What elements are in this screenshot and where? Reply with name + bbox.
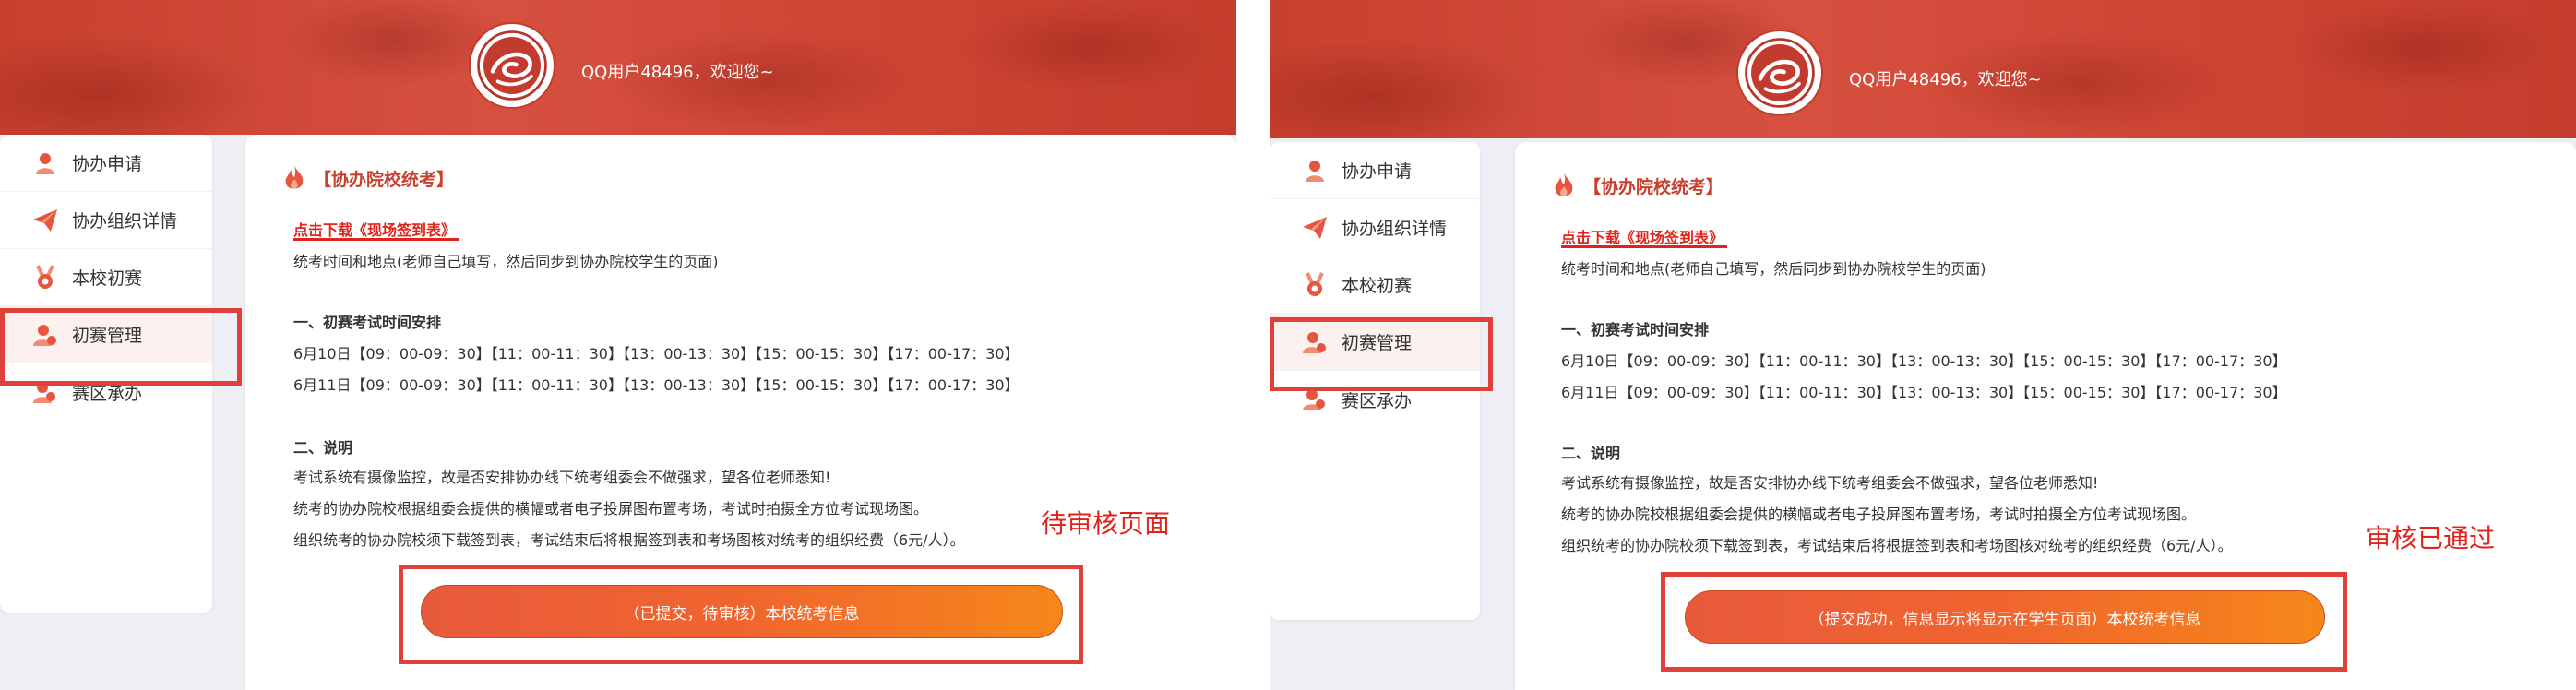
section-title: 【协办院校统考】 xyxy=(1552,172,1723,199)
intro-text: 统考时间和地点(老师自己填写，然后同步到协办院校学生的页面) xyxy=(1561,260,1986,278)
welcome-text: QQ用户48496，欢迎您~ xyxy=(1849,70,2042,89)
sidebar-item-org-details[interactable]: 协办组织详情 xyxy=(1270,199,1480,256)
download-line: 点击下载《现场签到表》 xyxy=(293,221,457,239)
section-title: 【协办院校统考】 xyxy=(282,164,454,192)
medal-icon xyxy=(1301,271,1329,299)
medal-icon xyxy=(31,264,59,291)
annotation-label: 待审核页面 xyxy=(1041,508,1171,539)
user-icon xyxy=(31,149,59,177)
sidebar-item-label: 协办申请 xyxy=(72,154,143,174)
fire-icon xyxy=(1555,172,1573,196)
welcome-text: QQ用户48496，欢迎您~ xyxy=(581,63,774,82)
schedule-line: 6月11日【09：00-09：30】【11：00-11：30】【13：00-13… xyxy=(1561,384,2287,401)
annotation-label: 审核已通过 xyxy=(2366,523,2496,553)
panel-separator xyxy=(1236,0,1270,690)
note-line: 考试系统有摄像监控，故是否安排协办线下统考组委会不做强求，望各位老师悉知! xyxy=(1561,474,2099,492)
download-underline xyxy=(293,238,459,241)
user-avatar[interactable] xyxy=(1738,31,1821,114)
pending-review-screenshot: QQ用户48496，欢迎您~ 协办申请 协办组织详情 本校初赛 初赛管理 赛区承… xyxy=(0,0,1236,690)
user-icon xyxy=(1301,157,1329,184)
note-line: 统考的协办院校根据组委会提供的横幅或者电子投屏图布置考场，考试时拍摄全方位考试现… xyxy=(293,500,929,518)
schedule-heading: 一、初赛考试时间安排 xyxy=(1561,321,1710,339)
approved-screenshot: QQ用户48496，欢迎您~ 协办申请 协办组织详情 本校初赛 初赛管理 赛区承… xyxy=(1270,0,2576,690)
user-avatar[interactable] xyxy=(471,24,554,107)
sidebar-item-apply[interactable]: 协办申请 xyxy=(0,135,212,192)
note-line: 组织统考的协办院校须下载签到表，考试结束后将根据签到表和考场图核对统考的组织经费… xyxy=(293,531,965,549)
highlight-box-nav xyxy=(0,308,242,386)
sidebar-item-apply[interactable]: 协办申请 xyxy=(1270,142,1480,199)
download-signin-sheet-link[interactable]: 《现场签到表》 xyxy=(1620,229,1723,246)
download-signin-sheet-link[interactable]: 《现场签到表》 xyxy=(352,221,456,239)
schedule-heading: 一、初赛考试时间安排 xyxy=(293,314,442,331)
schedule-line: 6月10日【09：00-09：30】【11：00-11：30】【13：00-13… xyxy=(1561,352,2287,370)
notes-heading: 二、说明 xyxy=(1561,445,1621,462)
sidebar-item-label: 本校初赛 xyxy=(1342,276,1413,296)
sidebar-item-label: 协办组织详情 xyxy=(1342,219,1448,239)
intro-text: 统考时间和地点(老师自己填写，然后同步到协办院校学生的页面) xyxy=(293,253,719,270)
sidebar-item-label: 本校初赛 xyxy=(72,268,143,289)
logo-icon xyxy=(477,30,547,101)
schedule-line: 6月10日【09：00-09：30】【11：00-11：30】【13：00-13… xyxy=(293,345,1020,363)
note-line: 组织统考的协办院校须下载签到表，考试结束后将根据签到表和考场图核对统考的组织经费… xyxy=(1561,537,2233,554)
sidebar-item-org-details[interactable]: 协办组织详情 xyxy=(0,192,212,249)
notes-heading: 二、说明 xyxy=(293,439,353,457)
sidebar-item-label: 协办申请 xyxy=(1342,161,1413,182)
sidebar-item-school-prelim[interactable]: 本校初赛 xyxy=(1270,256,1480,314)
logo-icon xyxy=(1745,38,1815,108)
schedule-line: 6月11日【09：00-09：30】【11：00-11：30】【13：00-13… xyxy=(293,376,1020,394)
sidebar-item-school-prelim[interactable]: 本校初赛 xyxy=(0,249,212,306)
paper-plane-icon xyxy=(31,207,59,234)
paper-plane-icon xyxy=(1301,214,1329,242)
fire-icon xyxy=(285,165,304,189)
download-underline xyxy=(1561,245,1727,248)
highlight-box-button xyxy=(399,565,1083,664)
note-line: 考试系统有摄像监控，故是否安排协办线下统考组委会不做强求，望各位老师悉知! xyxy=(293,469,831,486)
download-line: 点击下载《现场签到表》 xyxy=(1561,229,1724,246)
highlight-box-button xyxy=(1661,572,2347,672)
highlight-box-nav xyxy=(1270,317,1493,391)
sidebar-item-label: 协办组织详情 xyxy=(72,211,178,232)
note-line: 统考的协办院校根据组委会提供的横幅或者电子投屏图布置考场，考试时拍摄全方位考试现… xyxy=(1561,506,2197,523)
